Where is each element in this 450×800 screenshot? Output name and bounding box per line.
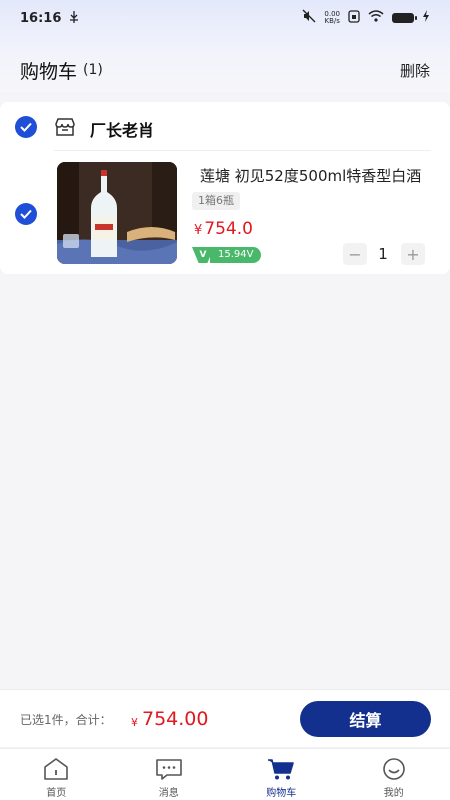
quantity-plus-button[interactable]: + (401, 243, 425, 265)
bottom-tab-bar: 首页 消息 购物车 我的 (0, 748, 450, 800)
header: 购物车 (1) 删除 (0, 48, 450, 92)
cart-icon (268, 759, 295, 780)
tab-home[interactable]: 首页 (0, 749, 113, 800)
usb-icon (69, 10, 79, 26)
sim-icon (348, 9, 360, 27)
page-title: 购物车 (20, 60, 78, 83)
cart-store-card: 厂长老肖 莲塘 初见52度500ml特香型白酒 1箱6瓶 ¥754.0 V 15… (0, 102, 450, 274)
net-speed-unit: KB/s (324, 17, 340, 25)
mute-icon (302, 9, 316, 27)
profile-icon (382, 758, 405, 780)
store-checkbox[interactable] (15, 116, 37, 138)
product-image[interactable] (57, 162, 177, 264)
price-symbol: ¥ (194, 223, 203, 238)
tab-label: 消息 (158, 788, 179, 799)
net-speed: 0.00 KB/s (324, 11, 340, 25)
battery-icon (392, 13, 417, 23)
store-icon (55, 118, 75, 136)
delete-button[interactable]: 删除 (400, 60, 430, 81)
selected-summary: 已选1件，合计： (20, 713, 112, 727)
store-name[interactable]: 厂长老肖 (90, 117, 154, 141)
checkout-button[interactable]: 结算 (300, 701, 431, 737)
product-checkbox[interactable] (15, 203, 37, 225)
message-icon (155, 759, 182, 780)
tab-label: 购物车 (266, 788, 297, 799)
status-time: 16:16 (20, 10, 62, 26)
tab-label: 我的 (383, 788, 404, 799)
quantity-minus-button[interactable]: − (343, 243, 367, 265)
product-title[interactable]: 莲塘 初见52度500ml特香型白酒 (200, 165, 440, 186)
total-symbol: ¥ (131, 716, 138, 729)
tab-profile[interactable]: 我的 (338, 749, 450, 800)
price-value: 754.0 (204, 219, 253, 239)
tab-label: 首页 (46, 788, 67, 799)
divider (54, 150, 431, 151)
quantity-value[interactable]: 1 (370, 245, 396, 263)
tab-cart[interactable]: 购物车 (225, 749, 338, 800)
total-price: 754.00 (142, 708, 209, 730)
checkout-bar: 已选1件，合计： ¥ 754.00 结算 (0, 689, 450, 747)
v-points-badge: V 15.94V (192, 247, 262, 263)
check-icon (20, 209, 32, 219)
v-points-value: 15.94V (210, 247, 262, 263)
product-price: ¥754.0 (194, 219, 253, 239)
store-row: 厂长老肖 (0, 102, 450, 151)
status-right: 0.00 KB/s (302, 9, 430, 27)
charging-icon (422, 10, 430, 26)
tab-messages[interactable]: 消息 (113, 749, 226, 800)
home-icon (44, 758, 69, 780)
spec-tag: 1箱6瓶 (192, 192, 240, 210)
status-bar: 16:16 0.00 KB/s (0, 0, 450, 36)
check-icon (20, 122, 32, 132)
cart-count: (1) (83, 62, 103, 78)
wifi-icon (368, 10, 384, 26)
